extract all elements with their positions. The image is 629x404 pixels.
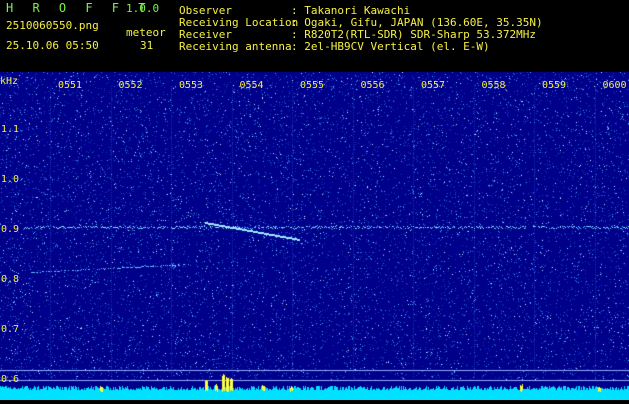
app-version: 1.0.0	[126, 2, 160, 15]
file-name: 2510060550.png	[6, 19, 99, 32]
y-tick-label: 1.0	[1, 174, 20, 185]
antenna-value: : 2el-HB9CV Vertical (el. E-W)	[291, 40, 490, 53]
y-tick-label: 0.8	[1, 274, 20, 285]
x-tick-label: 0558	[481, 80, 506, 91]
x-tick-label: 0557	[421, 80, 446, 91]
x-tick-label: 0554	[239, 80, 264, 91]
y-tick-label: 0.6	[1, 374, 20, 385]
y-tick-label: 0.7	[1, 324, 20, 335]
x-tick-label: 0559	[542, 80, 567, 91]
x-tick-label: 0600	[602, 80, 627, 91]
detection-count: 31	[140, 39, 154, 52]
y-tick-label: 1.1	[1, 124, 20, 135]
antenna-label: Receiving antenna	[179, 40, 292, 53]
x-tick-label: 0553	[179, 80, 204, 91]
y-unit-label: kHz	[0, 76, 19, 87]
file-datetime: 25.10.06 05:50	[6, 39, 99, 52]
x-tick-label: 0555	[300, 80, 325, 91]
detection-label: meteor	[126, 26, 166, 39]
spectrogram-canvas	[0, 72, 629, 400]
x-tick-label: 0556	[360, 80, 385, 91]
spectrogram-panel	[0, 72, 629, 400]
header-panel: H R O F F T 1.0.0 2510060550.png meteor …	[0, 0, 629, 72]
y-tick-label: 0.9	[1, 224, 20, 235]
x-tick-label: 0551	[58, 80, 83, 91]
x-tick-label: 0552	[118, 80, 143, 91]
